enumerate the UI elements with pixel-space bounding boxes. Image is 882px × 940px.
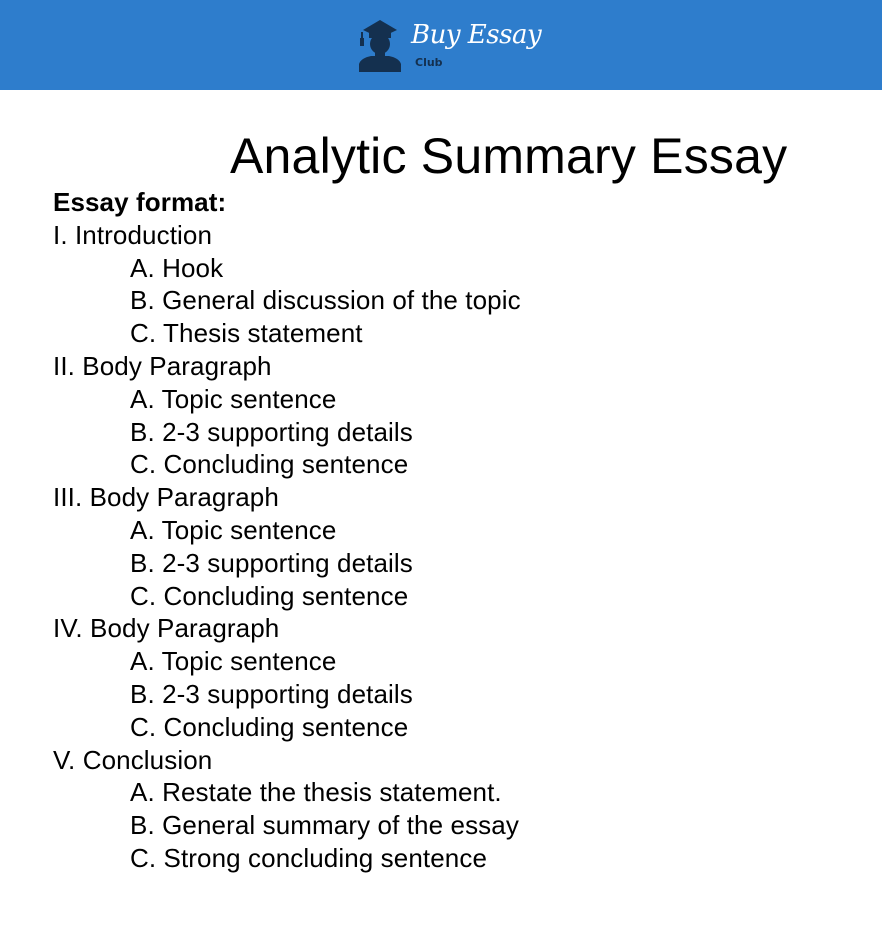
outline-item: C. Concluding sentence <box>130 711 409 742</box>
outline-item: C. Strong concluding sentence <box>130 842 488 873</box>
outline-item: C. Thesis statement <box>130 318 363 349</box>
essay-outline: Essay format: I. Introduction A. Hook B.… <box>53 186 853 875</box>
outline-item: A. Topic sentence <box>130 646 337 677</box>
outline-section-body-2: III. Body Paragraph A. Topic sentence B.… <box>53 481 853 612</box>
brand-logo[interactable]: Buy Essay Club <box>357 18 542 72</box>
outline-item: C. Concluding sentence <box>130 580 409 611</box>
format-heading: Essay format: <box>53 187 227 217</box>
brand-name: Buy Essay <box>411 20 542 50</box>
outline-item: B. General summary of the essay <box>130 810 519 841</box>
outline-item: A. Hook <box>130 252 224 283</box>
outline-section-body-3: IV. Body Paragraph A. Topic sentence B. … <box>53 612 853 743</box>
section-label: V. Conclusion <box>53 744 213 775</box>
outline-item: B. 2-3 supporting details <box>130 547 413 578</box>
section-label: IV. Body Paragraph <box>53 613 280 644</box>
outline-item: A. Topic sentence <box>130 383 337 414</box>
header-bar: Buy Essay Club <box>0 0 882 90</box>
section-label: II. Body Paragraph <box>53 350 272 381</box>
outline-item: B. 2-3 supporting details <box>130 678 413 709</box>
graduate-silhouette-icon <box>359 20 401 72</box>
outline-item: B. General discussion of the topic <box>130 285 521 316</box>
section-label: I. Introduction <box>53 219 213 250</box>
outline-item: A. Restate the thesis statement. <box>130 777 502 808</box>
section-label: III. Body Paragraph <box>53 482 279 513</box>
brand-sub: Club <box>415 56 443 69</box>
outline-section-introduction: I. Introduction A. Hook B. General discu… <box>53 219 853 350</box>
outline-item: B. 2-3 supporting details <box>130 416 413 447</box>
outline-item: A. Topic sentence <box>130 514 337 545</box>
outline-section-conclusion: V. Conclusion A. Restate the thesis stat… <box>53 744 853 875</box>
outline-item: C. Concluding sentence <box>130 449 409 480</box>
page-title: Analytic Summary Essay <box>230 128 788 184</box>
outline-section-body-1: II. Body Paragraph A. Topic sentence B. … <box>53 350 853 481</box>
